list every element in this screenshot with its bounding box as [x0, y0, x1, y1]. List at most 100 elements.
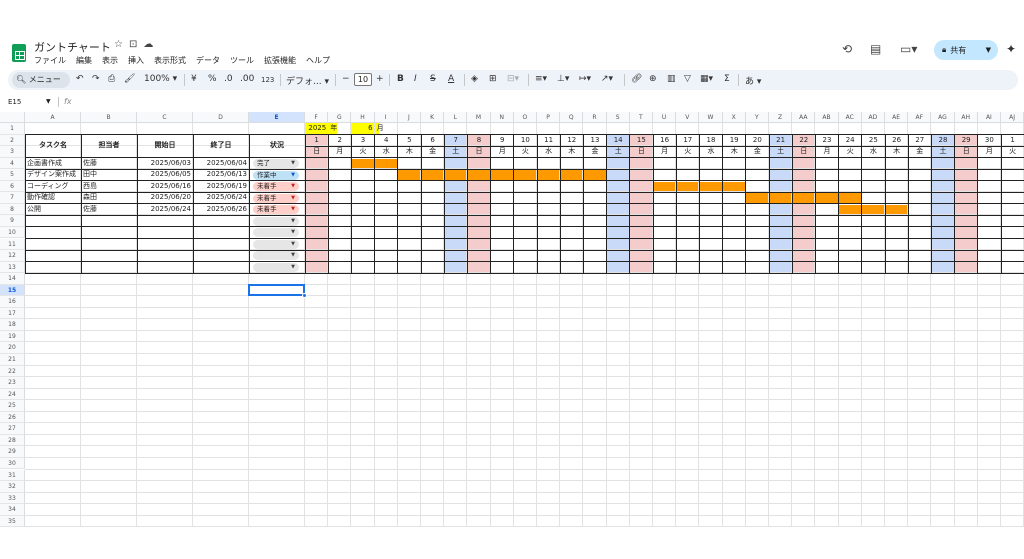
weekday[interactable]: 月 [978, 146, 1001, 158]
column-header[interactable]: AH [954, 112, 978, 123]
weekday[interactable]: 日 [467, 146, 490, 158]
status-chip-empty[interactable]: ▼ [253, 239, 299, 249]
menu-item[interactable]: 拡張機能 [264, 55, 296, 66]
column-header[interactable]: E [249, 112, 305, 123]
insert-link-icon[interactable]: 🔗︎ [631, 74, 642, 84]
status-chip[interactable]: 完了 ▼ [253, 158, 299, 168]
day-number[interactable]: 4 [375, 135, 398, 147]
paint-format-icon[interactable]: 🖌︎ [124, 74, 135, 84]
column-header[interactable]: AI [977, 112, 1001, 123]
day-number[interactable]: 19 [723, 135, 746, 147]
comment-icon[interactable]: ▤ [870, 42, 881, 56]
history-icon[interactable]: ⟲ [842, 42, 852, 56]
day-number[interactable]: 13 [583, 135, 606, 147]
italic-icon[interactable]: I [414, 74, 417, 84]
task-end[interactable]: 2025/06/04 [193, 158, 249, 170]
chevron-down-icon[interactable]: ▼ [291, 194, 295, 203]
undo-icon[interactable]: ↶ [76, 74, 84, 84]
row-header[interactable]: 10 [0, 226, 25, 239]
day-number[interactable]: 23 [815, 135, 838, 147]
insert-comment-icon[interactable]: ⊕ [649, 74, 657, 84]
row-header[interactable]: 14 [0, 273, 25, 285]
status-chip-empty[interactable]: ▼ [253, 216, 299, 226]
borders-icon[interactable]: ⊞ [489, 74, 497, 84]
day-number[interactable]: 25 [862, 135, 885, 147]
month-value[interactable]: 6 [351, 123, 374, 135]
task-start[interactable]: 2025/06/24 [137, 204, 193, 216]
task-start[interactable]: 2025/06/03 [137, 158, 193, 170]
row-header[interactable]: 33 [0, 492, 25, 505]
day-number[interactable]: 6 [421, 135, 444, 147]
task-name[interactable]: 公開 [27, 204, 81, 216]
row-header[interactable]: 3 [0, 146, 25, 158]
menu-item[interactable]: データ [196, 55, 220, 66]
day-number[interactable]: 22 [792, 135, 815, 147]
day-number[interactable]: 14 [607, 135, 630, 147]
column-header[interactable]: S [606, 112, 630, 123]
day-number[interactable]: 3 [351, 135, 374, 147]
day-number[interactable]: 20 [746, 135, 769, 147]
task-owner[interactable]: 森田 [83, 192, 137, 204]
weekday[interactable]: 水 [375, 146, 398, 158]
font-select[interactable]: デフォ... ▾ [286, 74, 329, 87]
row-header[interactable]: 29 [0, 446, 25, 458]
filter-views-icon[interactable]: ▦▾ [700, 74, 713, 84]
status-chip[interactable]: 未着手 ▼ [253, 193, 299, 203]
font-size-increase-button[interactable]: + [376, 74, 384, 84]
fill-handle[interactable] [302, 293, 307, 299]
chevron-down-icon[interactable]: ▼ [291, 159, 295, 168]
weekday[interactable]: 日 [305, 146, 328, 158]
row-header[interactable]: 19 [0, 330, 25, 343]
day-number[interactable]: 27 [908, 135, 931, 147]
row-header[interactable]: 32 [0, 481, 25, 493]
day-number[interactable]: 1 [1001, 135, 1024, 147]
row-header[interactable]: 21 [0, 354, 25, 366]
name-box[interactable]: E15 [8, 98, 21, 106]
row-header[interactable]: 26 [0, 411, 25, 424]
column-header[interactable]: AB [815, 112, 839, 123]
status-chip-empty[interactable]: ▼ [253, 228, 299, 238]
column-header[interactable]: F [305, 112, 329, 123]
fill-color-icon[interactable]: ◈ [471, 74, 478, 84]
row-header[interactable]: 22 [0, 365, 25, 378]
weekday[interactable]: 金 [746, 146, 769, 158]
row-header[interactable]: 12 [0, 250, 25, 262]
column-header[interactable]: AF [908, 112, 932, 123]
row-header[interactable]: 5 [0, 169, 25, 181]
column-header[interactable]: A [25, 112, 81, 123]
column-header[interactable]: W [699, 112, 723, 123]
column-header[interactable]: O [513, 112, 537, 123]
increase-decimal-button[interactable]: .00 [240, 74, 254, 84]
task-owner[interactable]: 佐藤 [83, 158, 137, 170]
row-header[interactable]: 23 [0, 377, 25, 389]
vertical-align-icon[interactable]: ⊥▾ [557, 74, 569, 84]
task-name[interactable]: コーディング [27, 181, 81, 193]
column-header[interactable]: L [444, 112, 468, 123]
day-number[interactable]: 24 [839, 135, 862, 147]
weekday[interactable]: 水 [699, 146, 722, 158]
share-dropdown-icon[interactable]: ▼ [986, 46, 991, 54]
column-header[interactable]: AG [931, 112, 955, 123]
day-number[interactable]: 1 [305, 135, 328, 147]
weekday[interactable]: 水 [537, 146, 560, 158]
column-header[interactable]: R [583, 112, 607, 123]
year-value[interactable]: 2025 [305, 123, 328, 135]
number-format-button[interactable]: 123 [261, 76, 274, 84]
zoom-select[interactable]: 100% ▾ [144, 74, 177, 84]
task-end[interactable]: 2025/06/26 [193, 204, 249, 216]
day-number[interactable]: 29 [955, 135, 978, 147]
day-number[interactable]: 9 [491, 135, 514, 147]
row-header[interactable]: 9 [0, 215, 25, 227]
row-header[interactable]: 13 [0, 261, 25, 274]
column-header[interactable]: H [351, 112, 375, 123]
day-number[interactable]: 26 [885, 135, 908, 147]
task-owner[interactable]: 田中 [83, 169, 137, 181]
row-header[interactable]: 11 [0, 238, 25, 251]
task-name[interactable]: 動作確認 [27, 192, 81, 204]
menu-item[interactable]: ヘルプ [306, 55, 330, 66]
filter-icon[interactable]: ▽ [684, 74, 691, 84]
column-header[interactable]: Y [745, 112, 769, 123]
column-header[interactable]: AA [792, 112, 816, 123]
weekday[interactable]: 日 [630, 146, 653, 158]
row-header[interactable]: 17 [0, 307, 25, 320]
